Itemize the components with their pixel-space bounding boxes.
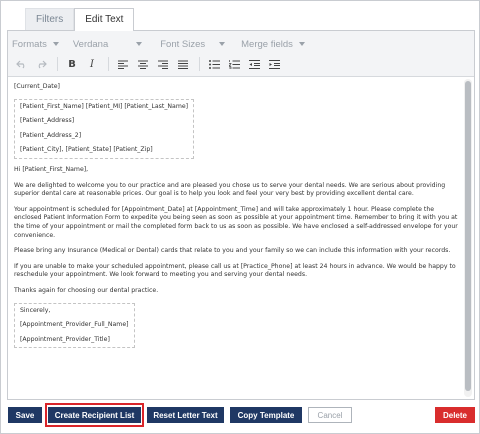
signature-line: Sincerely, — [20, 306, 51, 314]
align-right-icon — [158, 60, 168, 69]
chevron-down-icon — [52, 42, 59, 46]
chevron-down-icon — [136, 42, 143, 46]
signature-line: [Appointment_Provider_Title] — [20, 335, 110, 343]
align-left-icon — [118, 60, 128, 69]
create-recipient-list-button[interactable]: Create Recipient List — [48, 407, 141, 423]
bold-icon: B — [68, 58, 76, 70]
undo-icon — [15, 60, 24, 68]
chevron-down-icon — [219, 42, 226, 46]
greeting: Hi [Patient_First_Name], — [14, 165, 89, 173]
address-line: [Patient_Address] — [20, 117, 75, 125]
formats-dropdown[interactable]: Formats — [12, 39, 59, 50]
justify-icon — [178, 60, 188, 69]
editor-scrollbar[interactable] — [464, 79, 472, 397]
redo-icon — [38, 60, 47, 68]
body-paragraph: We are delighted to welcome you to our p… — [14, 181, 446, 198]
numbered-list-button[interactable] — [225, 56, 243, 72]
scrollbar-thumb[interactable] — [465, 81, 471, 391]
align-right-button[interactable] — [154, 56, 172, 72]
numbered-list-icon — [228, 59, 240, 69]
copy-template-button[interactable]: Copy Template — [230, 407, 302, 423]
bullet-list-button[interactable] — [205, 56, 223, 72]
editor-panel: Formats Verdana Font Sizes Merge fields … — [7, 30, 475, 400]
merge-fields-label: Merge fields — [241, 38, 293, 50]
toolbar-divider — [57, 57, 58, 71]
justify-button[interactable] — [174, 56, 192, 72]
formats-label: Formats — [12, 38, 47, 50]
align-center-icon — [138, 60, 148, 69]
toolbar-divider — [199, 57, 200, 71]
body-paragraph: Your appointment is scheduled for [Appoi… — [14, 205, 458, 239]
editor-toolbar: Formats Verdana Font Sizes Merge fields … — [8, 31, 474, 77]
bullet-list-icon — [208, 59, 220, 69]
font-family-label: Verdana — [72, 38, 109, 50]
letter-body[interactable]: [Current_Date] [Patient_First_Name] [Pat… — [14, 83, 460, 355]
outdent-icon — [248, 59, 260, 69]
address-line: [Patient_Address_2] — [20, 131, 82, 139]
indent-icon — [268, 59, 280, 69]
merge-fields-dropdown[interactable]: Merge fields — [241, 39, 305, 50]
chevron-down-icon — [298, 42, 305, 46]
body-paragraph: Thanks again for choosing our dental pra… — [14, 286, 159, 294]
body-paragraph: If you are unable to make your scheduled… — [14, 262, 456, 279]
indent-button[interactable] — [265, 56, 283, 72]
bold-button[interactable]: B — [63, 56, 81, 72]
align-center-button[interactable] — [134, 56, 152, 72]
tab-bar: Filters Edit Text — [25, 8, 135, 31]
toolbar-divider — [108, 57, 109, 71]
undo-button[interactable] — [12, 56, 30, 72]
delete-button[interactable]: Delete — [435, 407, 475, 423]
italic-button[interactable]: I — [83, 56, 101, 72]
body-paragraph: Please bring any Insurance (Medical or D… — [14, 247, 451, 255]
reset-letter-text-button[interactable]: Reset Letter Text — [147, 407, 224, 423]
tab-edit-text[interactable]: Edit Text — [74, 8, 135, 31]
address-block: [Patient_First_Name] [Patient_MI] [Patie… — [14, 98, 195, 159]
letter-editor-window: Filters Edit Text Formats Verdana Font S… — [0, 0, 480, 434]
tab-filters[interactable]: Filters — [25, 8, 75, 30]
font-family-dropdown[interactable]: Verdana — [72, 38, 143, 50]
font-sizes-dropdown[interactable]: Font Sizes — [160, 38, 226, 50]
address-line: [Patient_City], [Patient_State] [Patient… — [20, 146, 153, 154]
align-left-button[interactable] — [114, 56, 132, 72]
outdent-button[interactable] — [245, 56, 263, 72]
save-button[interactable]: Save — [8, 407, 42, 423]
signature-block: Sincerely, [Appointment_Provider_Full_Na… — [14, 302, 135, 349]
font-sizes-label: Font Sizes — [160, 38, 206, 50]
current-date-field: [Current_Date] — [14, 83, 60, 90]
address-line: [Patient_First_Name] [Patient_MI] [Patie… — [20, 102, 189, 110]
signature-line: [Appointment_Provider_Full_Name] — [20, 321, 129, 329]
redo-button[interactable] — [32, 56, 50, 72]
italic-icon: I — [90, 58, 94, 70]
cancel-button[interactable]: Cancel — [308, 407, 352, 423]
